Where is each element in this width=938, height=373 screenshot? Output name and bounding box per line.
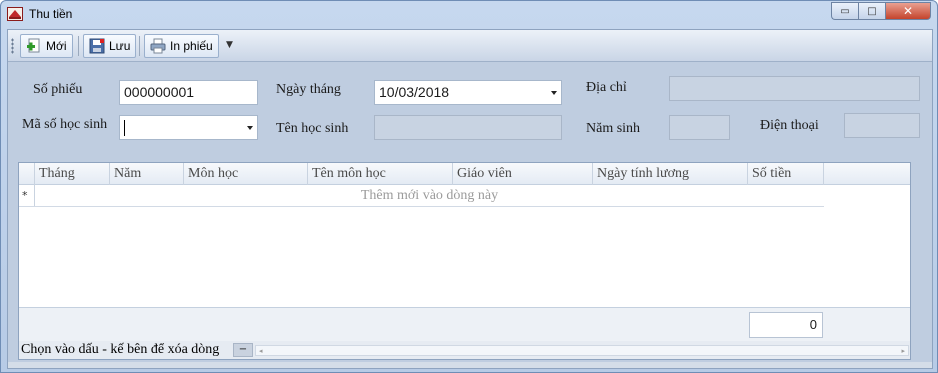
student-id-combo[interactable] <box>119 115 258 140</box>
horizontal-scrollbar[interactable]: ◂ ▸ <box>255 345 909 356</box>
total-amount: 0 <box>749 312 823 338</box>
toolbar-overflow-icon[interactable]: ▼ <box>226 40 233 50</box>
address-label: Địa chỉ <box>586 80 627 95</box>
app-icon <box>7 7 23 21</box>
save-button-label: Lưu <box>109 39 131 53</box>
student-id-label: Mã số học sinh <box>22 117 108 132</box>
print-receipt-button[interactable]: In phiếu <box>144 34 219 58</box>
new-icon <box>27 38 40 53</box>
phone-label: Điện thoại <box>760 118 819 133</box>
column-header[interactable]: Môn học <box>184 163 308 185</box>
column-header[interactable]: Tên môn học <box>308 163 453 185</box>
new-row-hint: Thêm mới vào dòng này <box>360 188 499 203</box>
maximize-button[interactable]: □ <box>858 2 885 20</box>
scroll-right-icon[interactable]: ▸ <box>901 347 905 355</box>
save-button[interactable]: Lưu <box>83 34 137 58</box>
toolbar-separator <box>78 36 79 56</box>
title-bar[interactable]: Thu tiền ▭ □ ✕ <box>1 1 937 29</box>
toolbar: Mới Lưu In phiếu ▼ <box>8 30 932 62</box>
date-dropdown-icon[interactable] <box>551 91 557 95</box>
new-row-marker: * <box>22 189 28 202</box>
column-header[interactable]: Ngày tính lương <box>593 163 748 185</box>
new-button[interactable]: Mới <box>20 34 73 58</box>
student-name-field[interactable] <box>374 115 562 140</box>
grid-status-bar: Chọn vào dấu - kế bên để xóa dòng − ◂ ▸ <box>19 341 910 359</box>
column-header[interactable]: Giáo viên <box>453 163 593 185</box>
delete-row-hint: Chọn vào dấu - kế bên để xóa dòng <box>21 342 220 357</box>
window-title: Thu tiền <box>29 7 73 21</box>
column-header[interactable]: Năm <box>110 163 184 185</box>
save-icon <box>89 38 105 54</box>
toolbar-separator <box>139 36 140 56</box>
birth-year-field[interactable] <box>669 115 730 140</box>
date-label: Ngày tháng <box>276 82 341 97</box>
receipt-no-label: Số phiếu <box>33 82 83 97</box>
column-header[interactable]: Số tiền <box>748 163 824 185</box>
student-name-label: Tên học sinh <box>276 121 349 136</box>
minimize-button[interactable]: ▭ <box>831 2 858 20</box>
scroll-left-icon[interactable]: ◂ <box>259 347 263 355</box>
address-field[interactable] <box>669 76 920 101</box>
form-panel: Số phiếu 000000001 Ngày tháng 10/03/2018… <box>8 62 932 362</box>
app-window: Thu tiền ▭ □ ✕ Mới Lưu In phiếu ▼ Số phi… <box>0 0 938 373</box>
window-controls: ▭ □ ✕ <box>831 2 931 20</box>
receipt-no-field[interactable]: 000000001 <box>119 80 258 105</box>
grid-footer: 0 <box>19 307 910 341</box>
date-picker[interactable]: 10/03/2018 <box>374 80 562 105</box>
text-caret <box>124 120 125 137</box>
grid-header: Tháng Năm Môn học Tên môn học Giáo viên … <box>19 163 910 185</box>
close-button[interactable]: ✕ <box>885 2 931 20</box>
collapse-button[interactable]: − <box>233 343 253 357</box>
client-area: Mới Lưu In phiếu ▼ Số phiếu 000000001 Ng… <box>7 29 933 369</box>
printer-icon <box>150 38 166 54</box>
column-header[interactable]: Tháng <box>35 163 110 185</box>
phone-field[interactable] <box>844 113 920 138</box>
birth-year-label: Năm sinh <box>586 121 641 136</box>
new-button-label: Mới <box>46 39 67 53</box>
student-id-dropdown-icon[interactable] <box>247 126 253 130</box>
date-value: 10/03/2018 <box>379 84 450 100</box>
fee-grid[interactable]: Tháng Năm Môn học Tên môn học Giáo viên … <box>18 162 911 360</box>
print-receipt-label: In phiếu <box>170 39 213 53</box>
toolbar-grip-icon[interactable] <box>11 38 14 54</box>
new-row[interactable]: * Thêm mới vào dòng này <box>19 185 824 207</box>
row-indicator-header <box>19 163 35 185</box>
